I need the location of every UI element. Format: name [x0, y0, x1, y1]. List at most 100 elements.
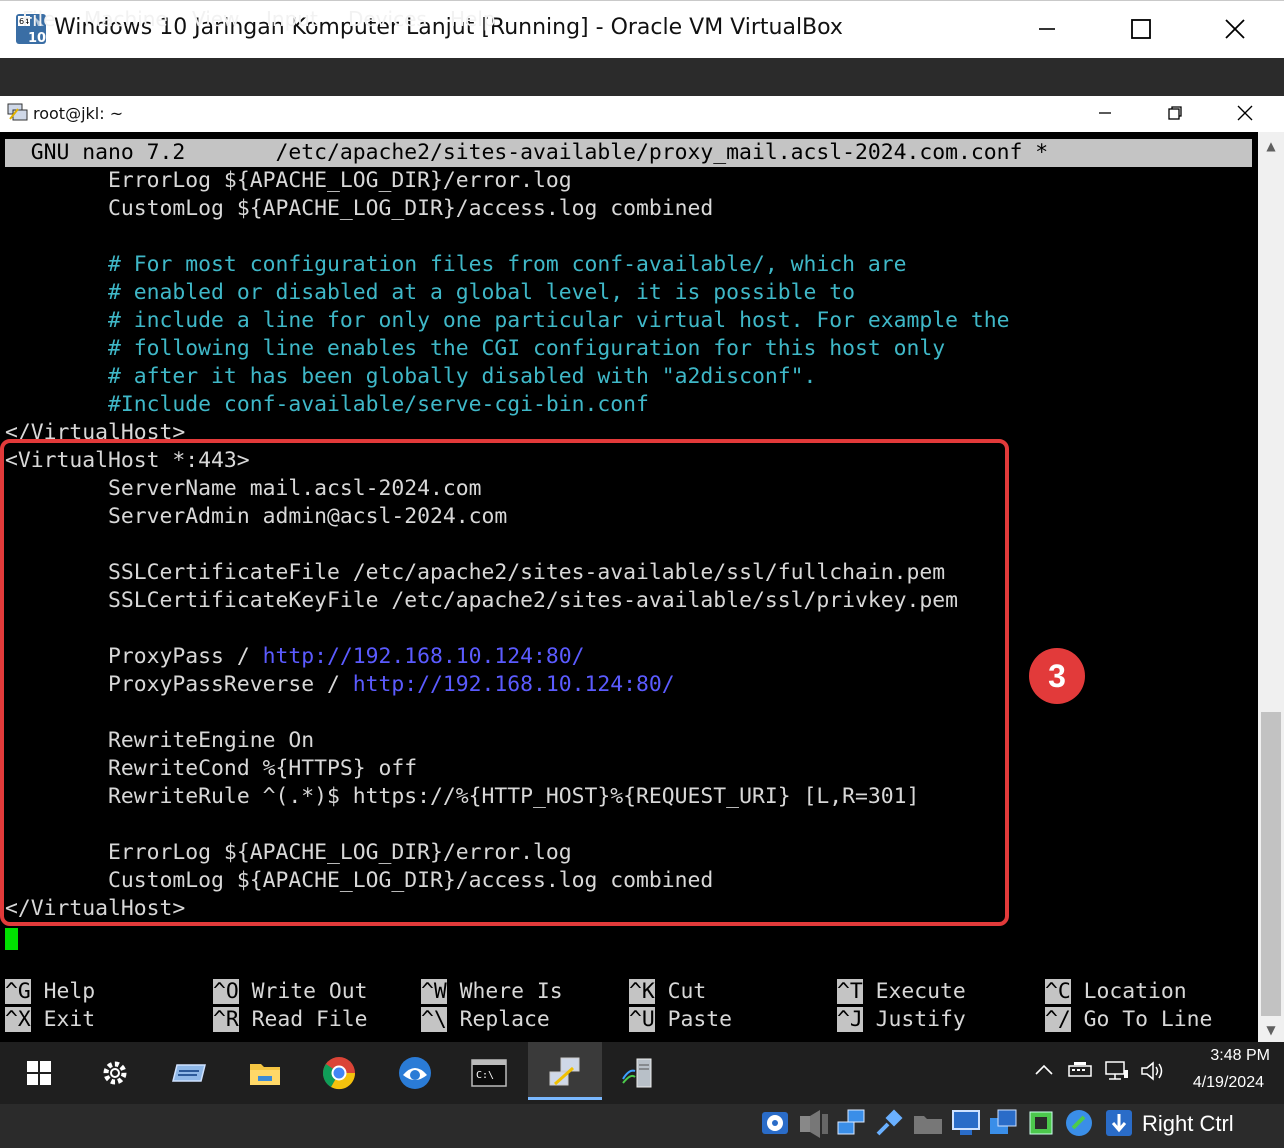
file-explorer-icon[interactable]: [242, 1050, 288, 1096]
settings-gear-icon[interactable]: [92, 1050, 138, 1096]
shortcut-key: ^W: [421, 979, 447, 1004]
shortcut-item[interactable]: ^/ Go To Line: [1045, 1006, 1212, 1034]
scrollbar-thumb[interactable]: [1261, 712, 1281, 1016]
shortcut-item[interactable]: ^W Where Is: [421, 978, 563, 1006]
editor-line[interactable]: # enabled or disabled at a global level,…: [5, 279, 855, 307]
guest-close-button[interactable]: [1210, 96, 1280, 130]
shortcut-item[interactable]: ^C Location: [1045, 978, 1187, 1006]
shortcut-label: Execute: [875, 979, 966, 1004]
mouse-integration-icon[interactable]: [1064, 1108, 1096, 1140]
maximize-button[interactable]: [1094, 0, 1188, 58]
editor-line[interactable]: # For most configuration files from conf…: [5, 251, 906, 279]
chrome-icon[interactable]: [316, 1050, 362, 1096]
display-icon[interactable]: [950, 1108, 982, 1140]
shortcut-key: ^G: [5, 979, 31, 1004]
menu-help[interactable]: Help: [450, 0, 496, 38]
minimize-button[interactable]: [1000, 0, 1094, 58]
putty-browser-icon[interactable]: [392, 1050, 438, 1096]
shortcut-gap: [655, 1007, 668, 1032]
menu-bar: [0, 58, 1284, 96]
shortcut-key: ^K: [629, 979, 655, 1004]
shared-folder-icon[interactable]: [912, 1108, 944, 1140]
server-manager-icon[interactable]: [166, 1050, 212, 1096]
menu-input[interactable]: Input: [266, 0, 318, 38]
shortcut-label: Where Is: [459, 979, 563, 1004]
scroll-down-arrow-icon[interactable]: ▼: [1258, 1018, 1284, 1042]
keyboard-icon[interactable]: [1068, 1060, 1094, 1085]
shortcut-gap: [863, 1007, 876, 1032]
shortcut-label: Go To Line: [1083, 1007, 1213, 1032]
chevron-up-icon[interactable]: [1034, 1060, 1054, 1085]
shortcut-gap: [1071, 979, 1084, 1004]
menu-view[interactable]: View: [192, 0, 239, 38]
shortcut-label: Cut: [667, 979, 707, 1004]
audio-icon[interactable]: [798, 1108, 830, 1140]
shortcut-label: Replace: [459, 1007, 550, 1032]
menu-devices[interactable]: Devices: [348, 0, 427, 38]
shortcut-gap: [447, 979, 460, 1004]
usb-icon[interactable]: [874, 1108, 906, 1140]
network-adapter-icon[interactable]: [836, 1108, 868, 1140]
comment-text: #Include conf-available/serve-cgi-bin.co…: [108, 392, 649, 417]
virtualbox-net-icon[interactable]: [616, 1050, 662, 1096]
close-icon: [1237, 105, 1253, 121]
shortcut-item[interactable]: ^X Exit: [5, 1006, 95, 1034]
shortcut-gap: [447, 1007, 460, 1032]
shortcut-item[interactable]: ^J Justify: [837, 1006, 966, 1034]
optical-drive-icon[interactable]: [760, 1108, 792, 1140]
shortcut-label: Exit: [43, 1007, 96, 1032]
capture-icon[interactable]: [988, 1108, 1020, 1140]
shortcut-gap: [31, 979, 44, 1004]
text-cursor: [5, 928, 18, 950]
cpu-activity-icon[interactable]: [1026, 1108, 1058, 1140]
shortcut-key: ^\: [421, 1007, 447, 1032]
close-button[interactable]: [1188, 0, 1282, 58]
comment-text: # include a line for only one particular…: [108, 308, 1010, 333]
shortcut-label: Write Out: [251, 979, 368, 1004]
network-putty-icon[interactable]: [542, 1050, 588, 1096]
keyboard-capture-icon[interactable]: [1104, 1108, 1136, 1140]
comment-text: # after it has been globally disabled wi…: [108, 364, 817, 389]
shortcut-item[interactable]: ^R Read File: [213, 1006, 368, 1034]
network-icon[interactable]: [1104, 1060, 1130, 1087]
menu-machine[interactable]: Machine: [84, 0, 168, 38]
restore-icon: [1168, 106, 1182, 120]
shortcut-key: ^J: [837, 1007, 863, 1032]
shortcut-item[interactable]: ^G Help: [5, 978, 95, 1006]
shortcut-gap: [31, 1007, 44, 1032]
shortcut-item[interactable]: ^U Paste: [629, 1006, 732, 1034]
cmd-icon[interactable]: C:\: [466, 1050, 512, 1096]
shortcut-gap: [239, 1007, 252, 1032]
guest-restore-button[interactable]: [1140, 96, 1210, 130]
highlight-box: [0, 439, 1009, 926]
clock-date[interactable]: 4/19/2024: [1160, 1074, 1264, 1092]
comment-text: # For most configuration files from conf…: [108, 252, 907, 277]
editor-line[interactable]: # following line enables the CGI configu…: [5, 335, 945, 363]
editor-line[interactable]: ErrorLog ${APACHE_LOG_DIR}/error.log: [5, 167, 572, 195]
editor-line[interactable]: CustomLog ${APACHE_LOG_DIR}/access.log c…: [5, 195, 713, 223]
menu-file[interactable]: File: [22, 0, 55, 38]
shortcut-item[interactable]: ^T Execute: [837, 978, 966, 1006]
comment-text: # enabled or disabled at a global level,…: [108, 280, 855, 305]
comment-text: # following line enables the CGI configu…: [108, 336, 946, 361]
shortcut-key: ^O: [213, 979, 239, 1004]
editor-line[interactable]: #Include conf-available/serve-cgi-bin.co…: [5, 391, 649, 419]
guest-window-title: root@jkl: ~: [33, 104, 124, 123]
shortcut-item[interactable]: ^\ Replace: [421, 1006, 550, 1034]
editor-line[interactable]: # after it has been globally disabled wi…: [5, 363, 816, 391]
shortcut-item[interactable]: ^K Cut: [629, 978, 706, 1006]
svg-text:C:\: C:\: [476, 1070, 494, 1081]
shortcut-label: Read File: [251, 1007, 368, 1032]
guest-minimize-button[interactable]: [1070, 96, 1140, 130]
clock-time[interactable]: 3:48 PM: [1170, 1047, 1270, 1065]
minimize-icon: [1039, 28, 1055, 30]
shortcut-item[interactable]: ^O Write Out: [213, 978, 368, 1006]
shortcut-key: ^R: [213, 1007, 239, 1032]
windows-start-icon[interactable]: [16, 1050, 62, 1096]
scroll-up-arrow-icon[interactable]: ▲: [1258, 134, 1284, 158]
shortcut-key: ^/: [1045, 1007, 1071, 1032]
editor-line[interactable]: # include a line for only one particular…: [5, 307, 1010, 335]
